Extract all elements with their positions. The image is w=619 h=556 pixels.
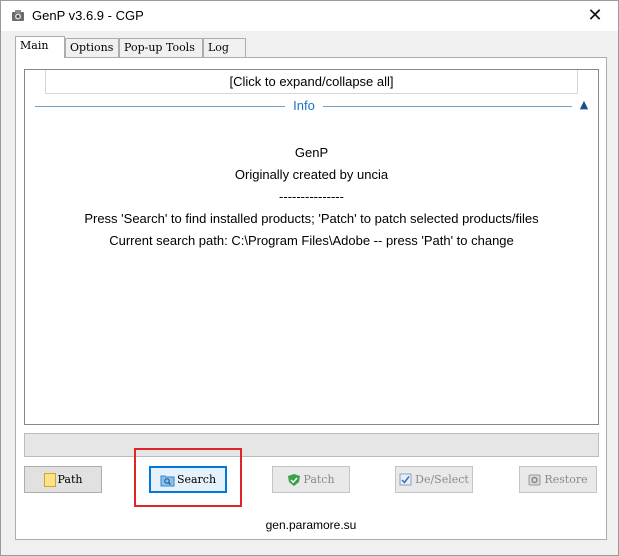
patch-button-label: Patch — [303, 473, 335, 486]
restore-button-label: Restore — [544, 473, 588, 486]
group-divider-left — [35, 106, 285, 107]
chevron-up-icon[interactable]: ▲ — [578, 98, 590, 112]
tab-options[interactable]: Options — [65, 38, 119, 57]
info-line-separator: --------------- — [279, 189, 344, 204]
folder-icon — [43, 472, 56, 487]
restore-button[interactable]: Restore — [519, 466, 597, 493]
tab-popup-tools[interactable]: Pop-up Tools — [119, 38, 203, 57]
info-tree-view[interactable]: [Click to expand/collapse all] Info ▲ Ge… — [24, 69, 599, 425]
checkbox-icon — [399, 473, 412, 485]
info-group-title[interactable]: Info — [285, 98, 323, 113]
info-line-instructions: Press 'Search' to find installed product… — [84, 211, 539, 226]
app-window: GenP v3.6.9 - CGP ✕ Main Options Pop-up … — [0, 0, 619, 556]
shield-check-icon — [288, 473, 301, 486]
window-title: GenP v3.6.9 - CGP — [32, 8, 144, 23]
genp-app-icon — [12, 10, 24, 21]
tab-main[interactable]: Main — [15, 36, 65, 58]
search-highlight-box — [134, 448, 242, 507]
progress-bar — [24, 433, 599, 457]
path-button[interactable]: Path — [24, 466, 102, 493]
expand-collapse-all-header[interactable]: [Click to expand/collapse all] — [45, 70, 578, 94]
website-link[interactable]: gen.paramore.su — [16, 518, 606, 532]
tab-options-label: Options — [70, 41, 114, 54]
tab-main-label: Main — [20, 39, 49, 52]
tab-popup-tools-label: Pop-up Tools — [124, 41, 195, 54]
deselect-button[interactable]: De/Select — [395, 466, 473, 493]
main-tab-panel: [Click to expand/collapse all] Info ▲ Ge… — [15, 57, 607, 540]
tab-log-label: Log — [208, 41, 229, 54]
path-button-label: Path — [57, 473, 83, 486]
info-line-credit: Originally created by uncia — [234, 167, 389, 182]
group-divider-right — [323, 106, 572, 107]
close-button[interactable]: ✕ — [572, 1, 618, 31]
restore-icon — [528, 474, 541, 485]
patch-button[interactable]: Patch — [272, 466, 350, 493]
info-line-app-name: GenP — [294, 145, 329, 160]
info-text-block: GenP Originally created by uncia -------… — [25, 142, 598, 252]
title-bar[interactable]: GenP v3.6.9 - CGP ✕ — [1, 1, 618, 31]
close-icon: ✕ — [587, 5, 603, 26]
tab-log[interactable]: Log — [203, 38, 246, 57]
info-line-search-path: Current search path: C:\Program Files\Ad… — [109, 233, 514, 248]
deselect-button-label: De/Select — [415, 473, 469, 486]
